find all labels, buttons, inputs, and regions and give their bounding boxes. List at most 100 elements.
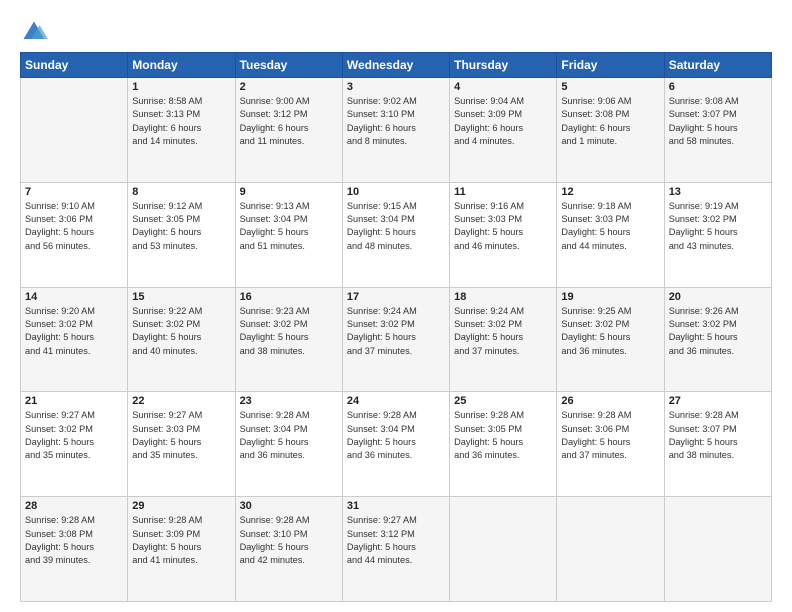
calendar-week-2: 7 Sunrise: 9:10 AM Sunset: 3:06 PM Daylig… [21,182,772,287]
day-number: 3 [347,81,445,93]
day-info: Sunrise: 9:20 AM Sunset: 3:02 PM Dayligh… [25,305,123,358]
calendar-header-row: SundayMondayTuesdayWednesdayThursdayFrid… [21,53,772,78]
day-info: Sunrise: 9:08 AM Sunset: 3:07 PM Dayligh… [669,95,767,148]
calendar-cell: 26 Sunrise: 9:28 AM Sunset: 3:06 PM Dayli… [557,392,664,497]
calendar-cell: 28Sunrise: 9:28 AM Sunset: 3:08 PM Dayli… [21,497,128,602]
day-info: Sunrise: 9:22 AM Sunset: 3:02 PM Dayligh… [132,305,230,358]
calendar-cell: 24 Sunrise: 9:28 AM Sunset: 3:04 PM Dayli… [342,392,449,497]
day-info: Sunrise: 9:26 AM Sunset: 3:02 PM Dayligh… [669,305,767,358]
day-info: Sunrise: 9:25 AM Sunset: 3:02 PM Dayligh… [561,305,659,358]
logo [20,18,52,46]
calendar-cell [450,497,557,602]
day-info: Sunrise: 9:16 AM Sunset: 3:03 PM Dayligh… [454,200,552,253]
day-info: Sunrise: 8:58 AM Sunset: 3:13 PM Dayligh… [132,95,230,148]
day-info: Sunrise: 9:28 AM Sunset: 3:04 PM Dayligh… [240,409,338,462]
day-number: 15 [132,291,230,303]
logo-icon [20,18,48,46]
calendar-cell: 3 Sunrise: 9:02 AM Sunset: 3:10 PM Daylig… [342,78,449,183]
day-info: Sunrise: 9:19 AM Sunset: 3:02 PM Dayligh… [669,200,767,253]
day-number: 13 [669,186,767,198]
day-info: Sunrise: 9:02 AM Sunset: 3:10 PM Dayligh… [347,95,445,148]
header-cell-wednesday: Wednesday [342,53,449,78]
calendar-cell: 16 Sunrise: 9:23 AM Sunset: 3:02 PM Dayli… [235,287,342,392]
day-info: Sunrise: 9:12 AM Sunset: 3:05 PM Dayligh… [132,200,230,253]
day-number: 7 [25,186,123,198]
day-info: Sunrise: 9:28 AM Sunset: 3:10 PM Dayligh… [240,514,338,567]
calendar-cell: 20 Sunrise: 9:26 AM Sunset: 3:02 PM Dayli… [664,287,771,392]
day-number: 21 [25,395,123,407]
calendar-cell [557,497,664,602]
calendar-cell: 27 Sunrise: 9:28 AM Sunset: 3:07 PM Dayli… [664,392,771,497]
day-number: 1 [132,81,230,93]
day-number: 16 [240,291,338,303]
day-number: 12 [561,186,659,198]
header-cell-thursday: Thursday [450,53,557,78]
day-number: 29 [132,500,230,512]
day-info: Sunrise: 9:28 AM Sunset: 3:06 PM Dayligh… [561,409,659,462]
day-number: 8 [132,186,230,198]
calendar-cell: 31 Sunrise: 9:27 AM Sunset: 3:12 PM Dayli… [342,497,449,602]
day-info: Sunrise: 9:28 AM Sunset: 3:04 PM Dayligh… [347,409,445,462]
calendar-cell: 2Sunrise: 9:00 AM Sunset: 3:12 PM Daylig… [235,78,342,183]
day-info: Sunrise: 9:15 AM Sunset: 3:04 PM Dayligh… [347,200,445,253]
day-number: 9 [240,186,338,198]
day-number: 5 [561,81,659,93]
calendar-cell: 30Sunrise: 9:28 AM Sunset: 3:10 PM Dayli… [235,497,342,602]
calendar-cell: 14Sunrise: 9:20 AM Sunset: 3:02 PM Dayli… [21,287,128,392]
calendar-cell: 1 Sunrise: 8:58 AM Sunset: 3:13 PM Daylig… [128,78,235,183]
calendar-week-5: 28Sunrise: 9:28 AM Sunset: 3:08 PM Dayli… [21,497,772,602]
day-number: 31 [347,500,445,512]
day-number: 20 [669,291,767,303]
day-info: Sunrise: 9:28 AM Sunset: 3:09 PM Dayligh… [132,514,230,567]
header [20,18,772,46]
calendar-cell: 25Sunrise: 9:28 AM Sunset: 3:05 PM Dayli… [450,392,557,497]
calendar-cell: 4Sunrise: 9:04 AM Sunset: 3:09 PM Daylig… [450,78,557,183]
day-info: Sunrise: 9:27 AM Sunset: 3:12 PM Dayligh… [347,514,445,567]
calendar-cell: 19 Sunrise: 9:25 AM Sunset: 3:02 PM Dayli… [557,287,664,392]
calendar-cell [664,497,771,602]
page: SundayMondayTuesdayWednesdayThursdayFrid… [0,0,792,612]
day-number: 27 [669,395,767,407]
day-number: 25 [454,395,552,407]
day-info: Sunrise: 9:27 AM Sunset: 3:03 PM Dayligh… [132,409,230,462]
day-info: Sunrise: 9:23 AM Sunset: 3:02 PM Dayligh… [240,305,338,358]
header-cell-sunday: Sunday [21,53,128,78]
day-info: Sunrise: 9:24 AM Sunset: 3:02 PM Dayligh… [347,305,445,358]
calendar-cell: 5 Sunrise: 9:06 AM Sunset: 3:08 PM Daylig… [557,78,664,183]
day-number: 23 [240,395,338,407]
header-cell-tuesday: Tuesday [235,53,342,78]
day-info: Sunrise: 9:24 AM Sunset: 3:02 PM Dayligh… [454,305,552,358]
calendar-table: SundayMondayTuesdayWednesdayThursdayFrid… [20,52,772,602]
calendar-cell: 11 Sunrise: 9:16 AM Sunset: 3:03 PM Dayli… [450,182,557,287]
calendar-cell: 13 Sunrise: 9:19 AM Sunset: 3:02 PM Dayli… [664,182,771,287]
calendar-cell: 8 Sunrise: 9:12 AM Sunset: 3:05 PM Daylig… [128,182,235,287]
day-info: Sunrise: 9:10 AM Sunset: 3:06 PM Dayligh… [25,200,123,253]
calendar-cell: 9Sunrise: 9:13 AM Sunset: 3:04 PM Daylig… [235,182,342,287]
calendar-cell: 29 Sunrise: 9:28 AM Sunset: 3:09 PM Dayli… [128,497,235,602]
day-number: 26 [561,395,659,407]
day-number: 10 [347,186,445,198]
calendar-week-1: 1 Sunrise: 8:58 AM Sunset: 3:13 PM Daylig… [21,78,772,183]
day-info: Sunrise: 9:28 AM Sunset: 3:07 PM Dayligh… [669,409,767,462]
header-cell-monday: Monday [128,53,235,78]
day-info: Sunrise: 9:27 AM Sunset: 3:02 PM Dayligh… [25,409,123,462]
header-cell-saturday: Saturday [664,53,771,78]
calendar-cell: 18 Sunrise: 9:24 AM Sunset: 3:02 PM Dayli… [450,287,557,392]
calendar-cell: 22 Sunrise: 9:27 AM Sunset: 3:03 PM Dayli… [128,392,235,497]
day-info: Sunrise: 9:18 AM Sunset: 3:03 PM Dayligh… [561,200,659,253]
calendar-cell: 7 Sunrise: 9:10 AM Sunset: 3:06 PM Daylig… [21,182,128,287]
day-number: 24 [347,395,445,407]
calendar-cell: 15 Sunrise: 9:22 AM Sunset: 3:02 PM Dayli… [128,287,235,392]
calendar-cell: 23 Sunrise: 9:28 AM Sunset: 3:04 PM Dayli… [235,392,342,497]
day-number: 22 [132,395,230,407]
day-number: 17 [347,291,445,303]
calendar-cell: 10 Sunrise: 9:15 AM Sunset: 3:04 PM Dayli… [342,182,449,287]
calendar-cell: 21 Sunrise: 9:27 AM Sunset: 3:02 PM Dayli… [21,392,128,497]
day-number: 11 [454,186,552,198]
calendar-cell: 6 Sunrise: 9:08 AM Sunset: 3:07 PM Daylig… [664,78,771,183]
day-number: 6 [669,81,767,93]
day-number: 19 [561,291,659,303]
calendar-week-4: 21 Sunrise: 9:27 AM Sunset: 3:02 PM Dayli… [21,392,772,497]
day-number: 18 [454,291,552,303]
day-info: Sunrise: 9:06 AM Sunset: 3:08 PM Dayligh… [561,95,659,148]
